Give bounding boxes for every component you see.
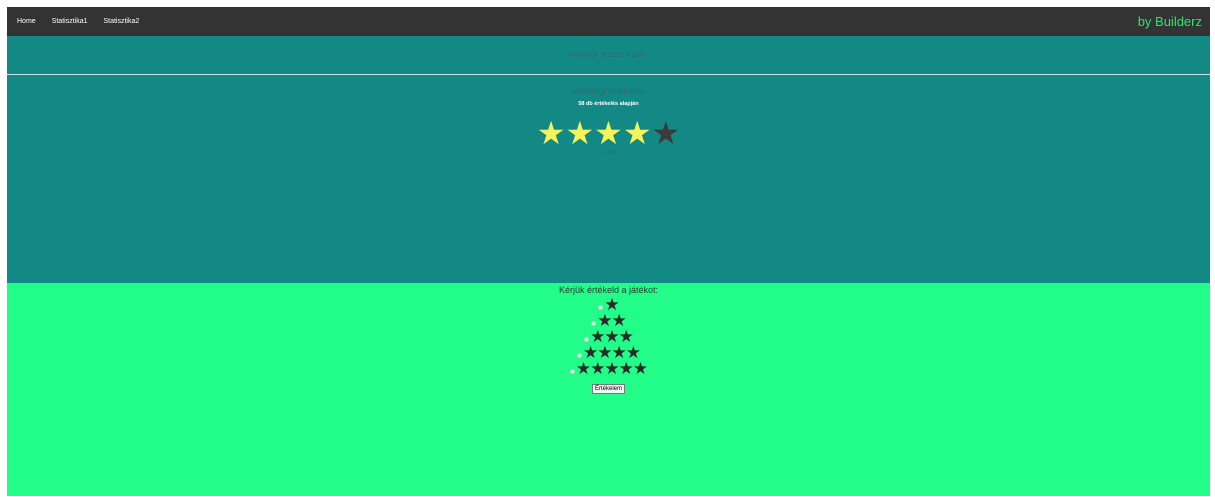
star-filled-icon: ★: [622, 115, 652, 151]
star-empty-icon: ★: [651, 115, 681, 151]
rating-count: 58 db értékelés alapján: [578, 101, 639, 107]
star-filled-icon: ★: [565, 115, 595, 151]
rating-radio-4[interactable]: [577, 353, 583, 358]
nav-link-statisztika1[interactable]: Statisztika1: [50, 18, 96, 25]
brand-label: by Builderz: [1137, 14, 1202, 29]
rating-stars: ★ ★ ★ ★ ★: [7, 115, 1210, 151]
rating-radio-1[interactable]: [598, 305, 604, 310]
nav-link-statisztika2[interactable]: Statisztika2: [101, 18, 147, 25]
current-rating-title: Jelenlegi értékelés:: [569, 86, 648, 96]
nav-links: Home Statisztika1 Statisztika2: [15, 18, 153, 25]
vote-title: Kérjük értékeld a játékot:: [558, 285, 659, 295]
star-icon: ★★★★★: [575, 359, 648, 378]
rating-radio-5[interactable]: [569, 369, 575, 374]
rating-option-5[interactable]: ★★★★★: [7, 359, 1210, 378]
rating-options: ★ ★★ ★★★ ★★★★ ★★★★★: [7, 296, 1210, 378]
rating-value: 4.1/5: [601, 150, 616, 156]
vote-section: Kérjük értékeld a játékot: ★ ★★ ★★★ ★★★★…: [7, 283, 1210, 496]
submit-rating-button[interactable]: Értékelem: [591, 384, 625, 394]
star-filled-icon: ★: [536, 115, 566, 151]
navbar: Home Statisztika1 Statisztika2 by Builde…: [7, 7, 1210, 36]
page: Home Statisztika1 Statisztika2 by Builde…: [7, 7, 1210, 496]
rating-radio-3[interactable]: [584, 337, 590, 342]
rating-radio-2[interactable]: [591, 321, 597, 326]
nav-link-home[interactable]: Home: [15, 18, 44, 25]
rating-summary-section: Reméljük, tetszett a játék. Jelenlegi ér…: [7, 36, 1210, 283]
thank-you-message: Reméljük, tetszett a játék.: [7, 36, 1210, 75]
star-filled-icon: ★: [594, 115, 623, 151]
